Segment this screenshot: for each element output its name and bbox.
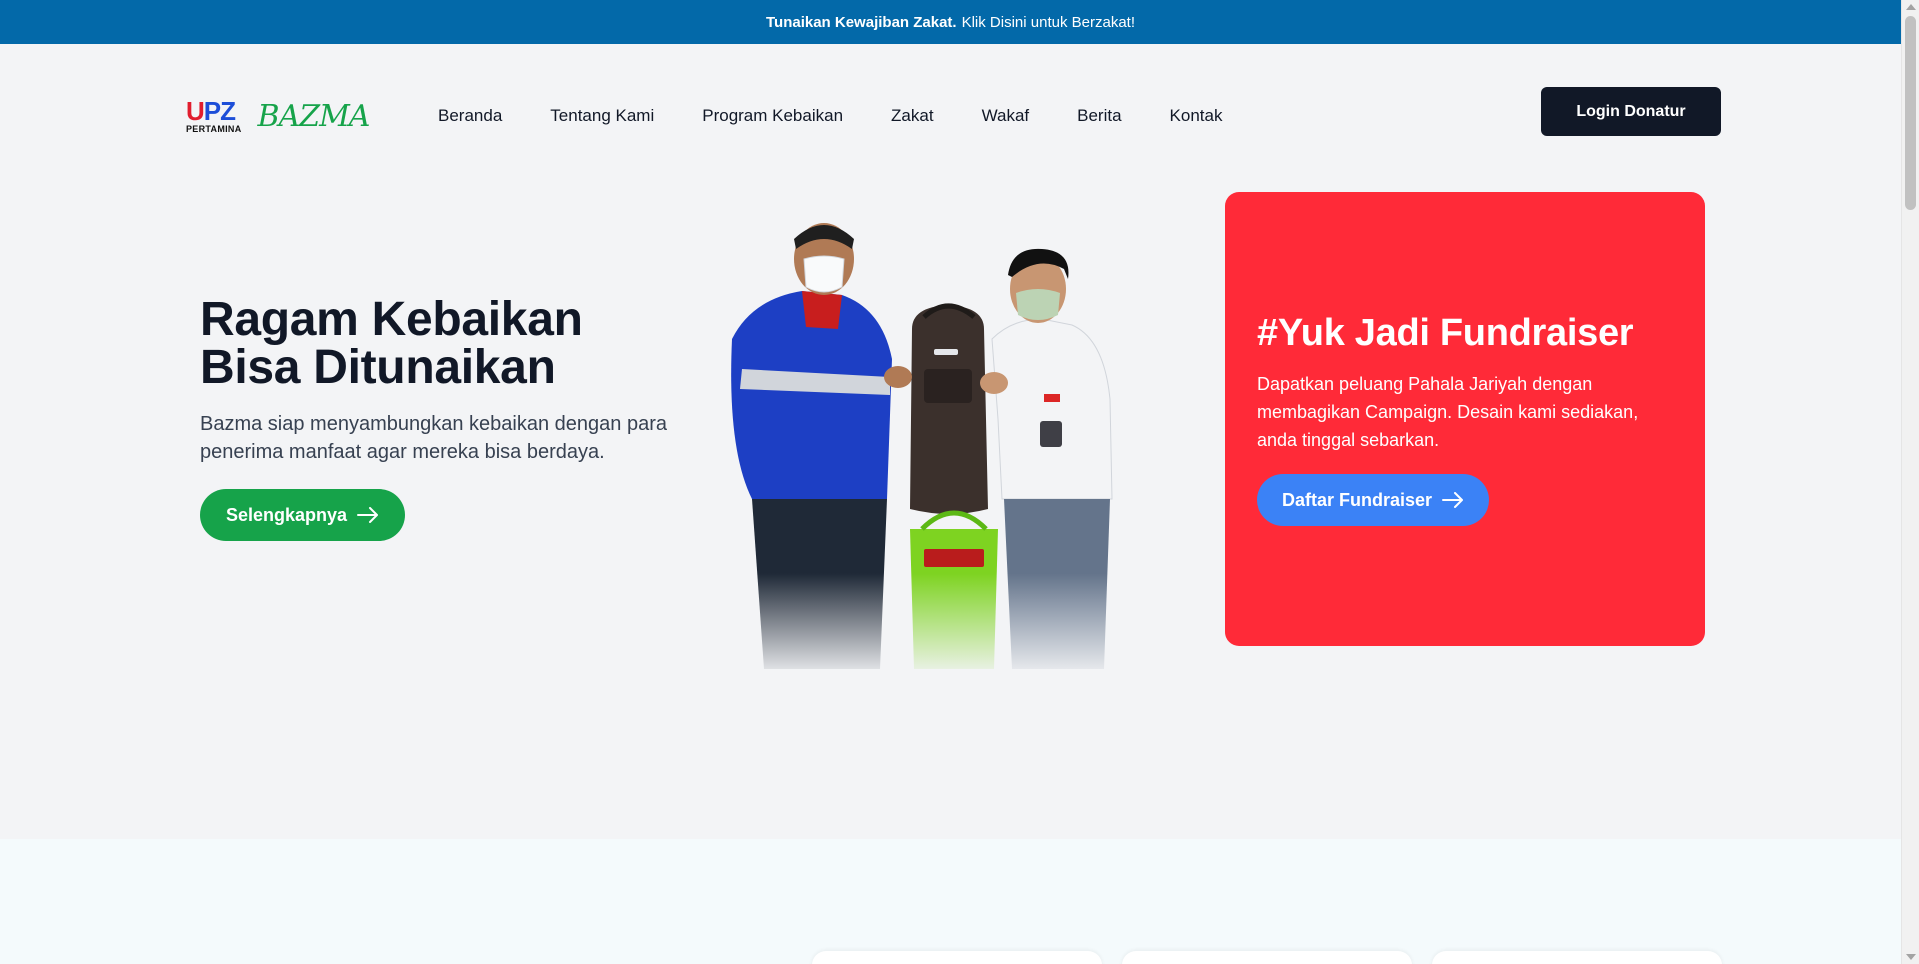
- selengkapnya-label: Selengkapnya: [225, 504, 348, 525]
- nav-item-kontak[interactable]: Kontak: [1170, 102, 1223, 130]
- arrow-right-icon: [357, 507, 379, 523]
- fundraiser-card: #Yuk Jadi Fundraiser Dapatkan peluang Pa…: [1225, 192, 1705, 646]
- program-card-peek: [812, 951, 1102, 964]
- main-nav: Beranda Tentang Kami Program Kebaikan Za…: [438, 102, 1222, 130]
- nav-item-berita[interactable]: Berita: [1077, 102, 1121, 130]
- nav-item-beranda[interactable]: Beranda: [438, 102, 502, 130]
- daftar-fundraiser-button[interactable]: Daftar Fundraiser: [1257, 474, 1489, 526]
- scroll-down-icon[interactable]: [1906, 954, 1916, 960]
- program-card-peek: [1432, 951, 1722, 964]
- login-donatur-button[interactable]: Login Donatur: [1541, 87, 1721, 136]
- bazma-wordmark: BAZMA: [257, 98, 371, 134]
- announcement-bar[interactable]: Tunaikan Kewajiban Zakat. Klik Disini un…: [0, 0, 1901, 44]
- program-card-peek: [1122, 951, 1412, 964]
- nav-item-tentang-kami[interactable]: Tentang Kami: [550, 102, 654, 130]
- scroll-up-icon[interactable]: [1906, 4, 1916, 10]
- announcement-bold-text: Tunaikan Kewajiban Zakat.: [765, 13, 957, 31]
- fundraiser-title: #Yuk Jadi Fundraiser: [1257, 312, 1634, 354]
- upz-letter-z: Z: [220, 96, 236, 126]
- nav-item-wakaf[interactable]: Wakaf: [982, 102, 1030, 130]
- upz-letter-p: P: [203, 96, 221, 126]
- hero-photo: [712, 199, 1152, 679]
- selengkapnya-button[interactable]: Selengkapnya: [200, 489, 405, 541]
- upz-letter-u: U: [186, 96, 205, 126]
- hero-title-line1: Ragam Kebaikan: [200, 293, 583, 346]
- nav-item-program-kebaikan[interactable]: Program Kebaikan: [702, 102, 843, 130]
- arrow-right-icon: [1442, 492, 1464, 508]
- hero-title-line2: Bisa Ditunaikan: [200, 341, 556, 394]
- daftar-fundraiser-label: Daftar Fundraiser: [1281, 489, 1433, 510]
- page-scrollbar[interactable]: [1901, 0, 1919, 964]
- nav-item-zakat[interactable]: Zakat: [891, 102, 934, 130]
- site-logo[interactable]: UPZ PERTAMINA BAZMA: [186, 94, 370, 138]
- upz-subtext: PERTAMINA: [186, 124, 242, 134]
- hero-section: UPZ PERTAMINA BAZMA Beranda Tentang Kami…: [0, 44, 1901, 839]
- announcement-link[interactable]: Klik Disini untuk Berzakat!: [962, 14, 1135, 31]
- scroll-thumb[interactable]: [1905, 16, 1916, 210]
- fundraiser-description: Dapatkan peluang Pahala Jariyah dengan m…: [1257, 374, 1639, 450]
- next-section: [0, 839, 1901, 964]
- upz-logo: UPZ PERTAMINA: [186, 98, 242, 134]
- hero-title: Ragam Kebaikan Bisa Ditunaikan: [200, 296, 720, 392]
- hero-description: Bazma siap menyambungkan kebaikan dengan…: [200, 413, 667, 463]
